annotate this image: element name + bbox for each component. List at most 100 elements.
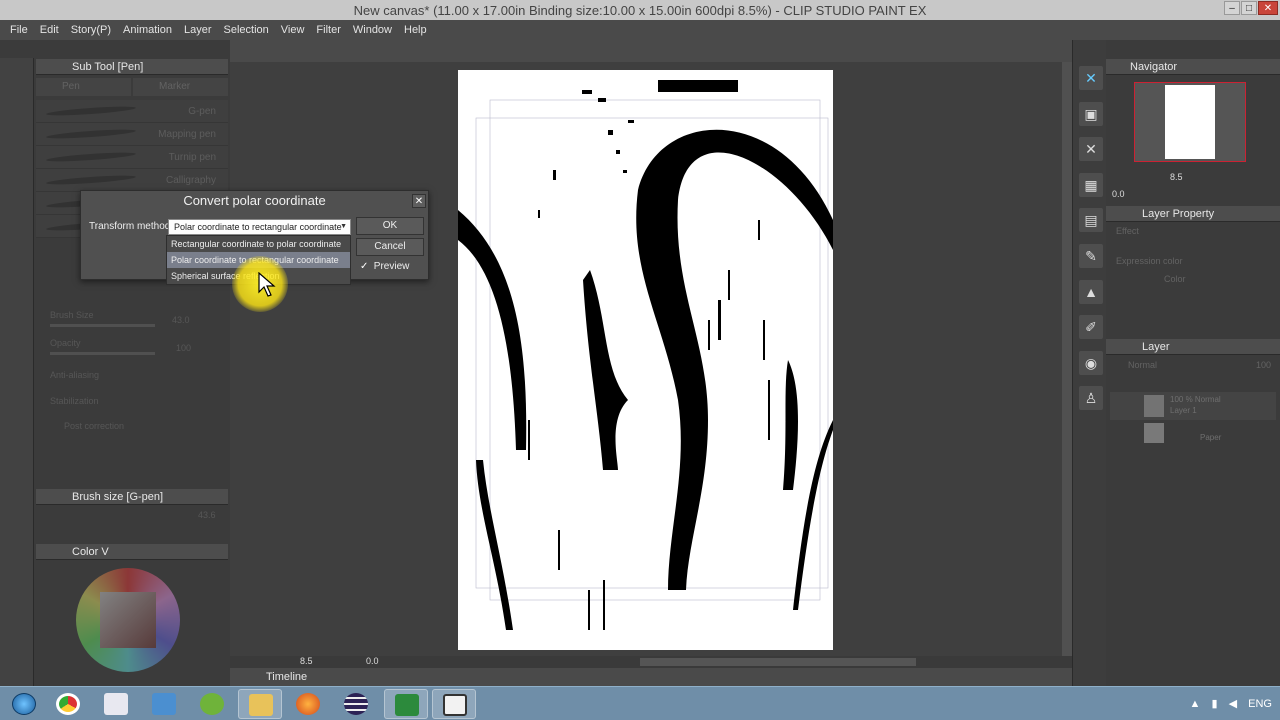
layer-icon[interactable]: ▤ [1079,208,1103,232]
menu-help[interactable]: Help [398,24,433,36]
taskbar-app-explorer[interactable] [142,689,186,719]
color-wheel[interactable] [76,568,180,672]
navigator-icon[interactable]: ✕ [1079,66,1103,90]
material-icon[interactable]: ✎ [1079,244,1103,268]
menu-layer[interactable]: Layer [178,24,218,36]
language-indicator[interactable]: ENG [1248,698,1272,710]
menu-window[interactable]: Window [347,24,398,36]
brush-label: Calligraphy [165,175,216,186]
taskbar-app-clip-studio-paint[interactable] [432,689,476,719]
volume-icon[interactable]: ◀ [1229,698,1237,710]
brush-size-value: 43.0 [172,315,190,325]
list-item[interactable]: Calligraphy [36,169,228,192]
vertical-scrollbar[interactable] [1062,62,1072,656]
horizontal-scrollbar[interactable] [640,658,916,666]
eclipse-icon [344,693,368,715]
brush-size-panel-header: Brush size [G-pen] [36,489,228,505]
system-tray: ▲ ▮ ◀ ENG [1190,697,1272,710]
option-rect-to-polar[interactable]: Rectangular coordinate to polar coordina… [167,236,350,252]
navigator-thumbnail[interactable] [1134,82,1246,162]
navigator-zoom[interactable]: 8.5 [1170,172,1183,182]
zoom-value[interactable]: 8.5 [300,656,313,666]
taskbar-app-notes[interactable] [94,689,138,719]
layer-row[interactable]: Paper [1110,421,1276,445]
figure-icon[interactable]: ♙ [1079,386,1103,410]
brush-size-slider[interactable] [50,324,155,327]
transform-method-select[interactable]: Polar coordinate to rectangular coordina… [168,219,351,235]
taskbar-app-chrome[interactable] [46,689,90,719]
list-item[interactable]: G-pen [36,100,228,123]
taskbar-app-android[interactable] [190,689,234,719]
start-button[interactable] [2,689,46,719]
brush-label: G-pen [188,106,216,117]
tool-property-icon[interactable]: ✕ [1079,137,1103,161]
canvas-paper[interactable] [458,70,833,650]
tray-arrow-icon[interactable]: ▲ [1190,698,1201,710]
taskbar-app-clip-studio[interactable] [384,689,428,719]
tab-pen[interactable]: Pen [36,78,131,96]
antialias-label: Anti-aliasing [50,370,100,380]
list-item[interactable]: Turnip pen [36,146,228,169]
opacity-label: Opacity [50,338,81,348]
layer-thumbnail [1144,395,1164,417]
angle-value[interactable]: 0.0 [366,656,379,666]
layer-row[interactable]: 100 % Normal Layer 1 [1110,392,1276,420]
layer-property-title: Layer Property [1142,208,1215,220]
ok-button[interactable]: OK [356,217,424,235]
menu-edit[interactable]: Edit [34,24,65,36]
layer-panel-header: Layer [1106,339,1280,355]
menu-animation[interactable]: Animation [117,24,178,36]
list-item[interactable]: Mapping pen [36,123,228,146]
layer-name: Paper [1200,433,1222,442]
blend-mode-select[interactable]: Normal [1128,360,1157,370]
clip-studio-paint-icon [443,694,467,716]
windows-start-icon [12,693,36,715]
brush-icon[interactable]: ✐ [1079,315,1103,339]
preview-checkbox[interactable]: ✓ Preview [360,261,409,272]
transparency-icon[interactable]: ▦ [1079,173,1103,197]
brush-label: Turnip pen [168,152,216,163]
menu-selection[interactable]: Selection [218,24,275,36]
navigator-angle[interactable]: 0.0 [1112,189,1125,199]
subtool-panel-header: Sub Tool [Pen] [36,59,228,75]
minimize-button[interactable]: – [1224,1,1240,15]
paint-icon[interactable]: ◉ [1079,351,1103,375]
color-panel-title: Color V [72,546,109,558]
layer-property-header: Layer Property [1106,206,1280,222]
stabilization-label: Stabilization [50,396,99,406]
android-icon [200,693,224,715]
right-icon-strip: ✕ ▣ ✕ ▦ ▤ ✎ ▲ ✐ ◉ ♙ [1072,40,1106,686]
subview-icon[interactable]: ▣ [1079,102,1103,126]
timeline-title: Timeline [266,671,308,683]
taskbar-app-folder[interactable] [238,689,282,719]
layer-name: Layer 1 [1170,406,1197,415]
layer-opacity-value[interactable]: 100 [1256,360,1271,370]
network-icon[interactable]: ▮ [1212,698,1218,710]
dialog-title: Convert polar coordinate [183,193,326,208]
brush-stroke-preview [45,127,137,141]
opacity-slider[interactable] [50,352,155,355]
menu-filter[interactable]: Filter [310,24,346,36]
brush-stroke-preview [45,173,137,187]
color-square[interactable] [100,592,156,648]
tab-marker[interactable]: Marker [133,78,228,96]
color-select[interactable]: Color [1164,274,1186,284]
cancel-button[interactable]: Cancel [356,238,424,256]
dialog-close-button[interactable]: ✕ [412,194,426,208]
subtool-tabs: Pen Marker [36,78,228,96]
taskbar: ▲ ▮ ◀ ENG [0,686,1280,720]
maximize-button[interactable]: □ [1241,1,1257,15]
close-window-button[interactable]: ✕ [1258,1,1278,15]
transform-method-label: Transform method: [89,221,174,232]
taskbar-app-firefox[interactable] [286,689,330,719]
image-icon[interactable]: ▲ [1079,280,1103,304]
menu-view[interactable]: View [275,24,311,36]
firefox-icon [296,693,320,715]
explorer-icon [152,693,176,715]
taskbar-app-eclipse[interactable] [334,689,378,719]
title-bar: New canvas* (11.00 x 17.00in Binding siz… [0,0,1280,20]
menu-file[interactable]: File [4,24,34,36]
brush-size-panel-title: Brush size [G-pen] [72,491,164,503]
menu-story[interactable]: Story(P) [65,24,117,36]
brush-stroke-preview [45,104,137,118]
